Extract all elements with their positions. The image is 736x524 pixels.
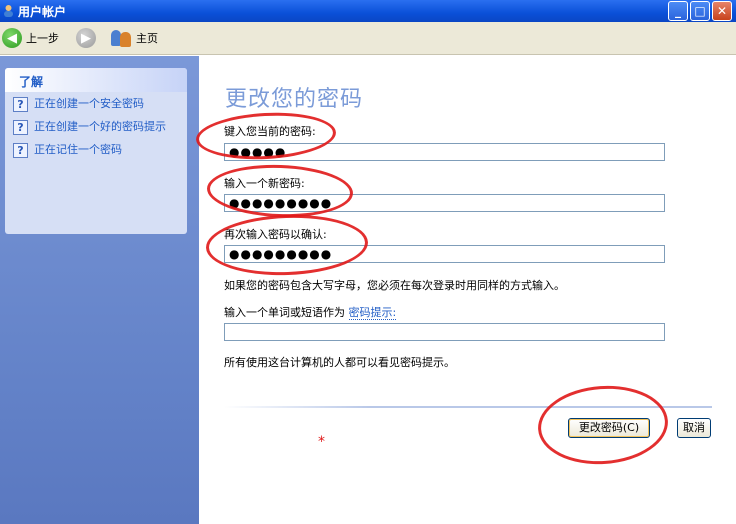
help-icon: ? bbox=[13, 97, 28, 112]
learn-item-label: 正在记住一个密码 bbox=[34, 143, 122, 156]
learn-about-box: 了解 ? 正在创建一个安全密码 ? 正在创建一个好的密码提示 ? 正在记住一个密… bbox=[5, 68, 187, 234]
forward-arrow-icon: ▶ bbox=[76, 28, 96, 48]
back-arrow-icon: ◀ bbox=[2, 28, 22, 48]
maximize-button[interactable]: □ bbox=[690, 1, 710, 21]
users-home-icon bbox=[110, 28, 132, 48]
learn-heading: 了解 bbox=[5, 68, 187, 92]
caps-lock-note: 如果您的密码包含大写字母，您必须在每次登录时用同样的方式输入。 bbox=[224, 279, 565, 292]
help-icon: ? bbox=[13, 120, 28, 135]
home-button[interactable]: 主页 bbox=[110, 27, 158, 49]
learn-item-label: 正在创建一个安全密码 bbox=[34, 97, 144, 110]
learn-item-label: 正在创建一个好的密码提示 bbox=[34, 120, 166, 133]
learn-item-remember-password[interactable]: ? 正在记住一个密码 bbox=[13, 143, 183, 158]
close-button[interactable]: ✕ bbox=[712, 1, 732, 21]
password-hint-field[interactable] bbox=[224, 323, 665, 341]
learn-item-secure-password[interactable]: ? 正在创建一个安全密码 bbox=[13, 97, 183, 112]
cancel-button[interactable]: 取消 bbox=[677, 418, 711, 438]
minimize-button[interactable]: _ bbox=[668, 1, 688, 21]
password-hint-link[interactable]: 密码提示: bbox=[348, 306, 397, 320]
title-bar: 用户帐户 _ □ ✕ bbox=[0, 0, 736, 22]
learn-list: ? 正在创建一个安全密码 ? 正在创建一个好的密码提示 ? 正在记住一个密码 bbox=[5, 92, 187, 158]
hint-visibility-note: 所有使用这台计算机的人都可以看见密码提示。 bbox=[224, 356, 455, 369]
hint-label: 输入一个单词或短语作为 密码提示: bbox=[224, 304, 397, 320]
home-label: 主页 bbox=[136, 32, 158, 45]
red-mark-annotation: * bbox=[318, 434, 325, 450]
help-icon: ? bbox=[13, 143, 28, 158]
forward-button[interactable]: ▶ bbox=[76, 27, 96, 49]
learn-item-good-hint[interactable]: ? 正在创建一个好的密码提示 bbox=[13, 120, 183, 135]
hint-label-prefix: 输入一个单词或短语作为 bbox=[224, 306, 345, 319]
back-button[interactable]: ◀ 上一步 bbox=[2, 27, 59, 49]
window-title: 用户帐户 bbox=[18, 5, 67, 19]
back-label: 上一步 bbox=[26, 32, 59, 45]
page-title: 更改您的密码 bbox=[225, 87, 364, 112]
toolbar: ◀ 上一步 ▶ 主页 bbox=[0, 22, 736, 55]
user-accounts-icon bbox=[4, 5, 13, 17]
task-pane: 了解 ? 正在创建一个安全密码 ? 正在创建一个好的密码提示 ? 正在记住一个密… bbox=[0, 56, 199, 524]
